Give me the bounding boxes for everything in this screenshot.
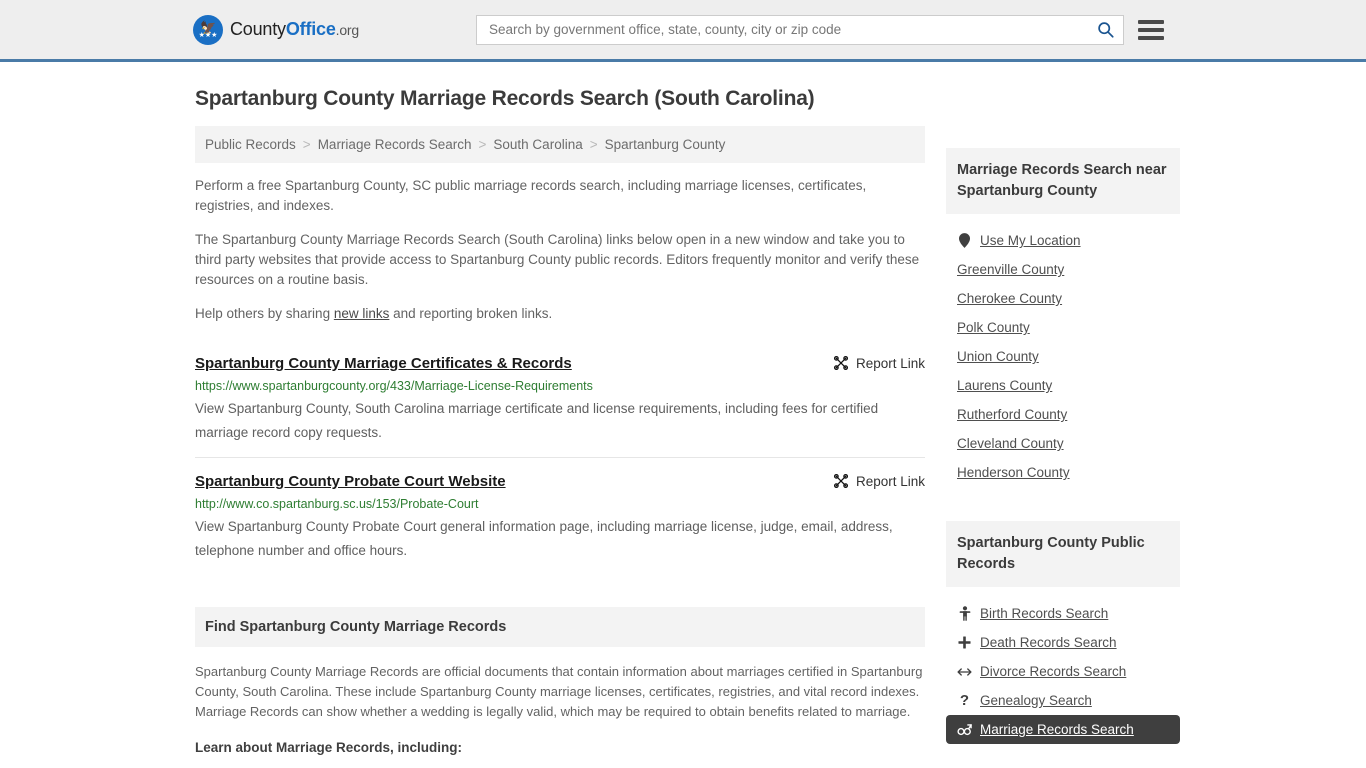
unlink-icon [833,473,849,489]
sidebar: Marriage Records Search near Spartanburg… [946,126,1180,756]
logo-text-org: .org [335,22,360,38]
public-records-card: Spartanburg County Public Records Birth … [946,521,1180,750]
result-description: View Spartanburg County Probate Court ge… [195,519,893,558]
sidebar-item-greenville-county[interactable]: Greenville County [946,255,1180,284]
share-text-before: Help others by sharing [195,306,334,321]
main-column: Public Records > Marriage Records Search… [195,126,925,768]
intro-paragraph-1: Perform a free Spartanburg County, SC pu… [195,178,867,213]
new-links-link[interactable]: new links [334,306,390,321]
eagle-glyph: 🦅 [200,19,216,35]
sidebar-item-label[interactable]: Genealogy Search [980,693,1092,708]
report-link-button[interactable]: Report Link [833,354,925,371]
breadcrumb-separator: > [302,137,311,152]
report-link-button[interactable]: Report Link [833,472,925,489]
sidebar-item-marriage-records-search[interactable]: Marriage Records Search [946,715,1180,744]
unlink-icon [833,355,849,371]
breadcrumb-separator: > [589,137,598,152]
question-mark-icon: ? [959,692,970,709]
learn-about-lead: Learn about Marriage Records, including: [195,740,463,755]
find-section-heading: Find Spartanburg County Marriage Records [195,607,925,647]
header-search-zone [359,14,1176,45]
search-icon[interactable] [1097,21,1115,39]
share-text-after: and reporting broken links. [389,306,553,321]
sidebar-item-label[interactable]: Birth Records Search [980,606,1108,621]
sidebar-item-cleveland-county[interactable]: Cleveland County [946,429,1180,458]
logo-text-office: Office [285,19,336,39]
public-records-heading: Spartanburg County Public Records [946,521,1180,587]
sidebar-item-rutherford-county[interactable]: Rutherford County [946,400,1180,429]
sidebar-item-death-records-search[interactable]: Death Records Search [946,628,1180,657]
result-item: Spartanburg County Marriage Certificates… [195,338,925,457]
sidebar-item-label[interactable]: Henderson County [957,465,1070,480]
logo-text-county: County [230,19,286,39]
sidebar-item-cherokee-county[interactable]: Cherokee County [946,284,1180,313]
eagle-seal-icon: 🦅 ★★★ [193,14,223,45]
stars-glyph: ★★★ [198,31,218,39]
sidebar-item-label[interactable]: Rutherford County [957,407,1067,422]
result-title-link[interactable]: Spartanburg County Marriage Certificates… [195,354,572,374]
report-link-label: Report Link [855,355,925,371]
intro-paragraph-3: Help others by sharing new links and rep… [195,304,925,324]
find-section-body: Spartanburg County Marriage Records are … [195,647,925,768]
result-title-link[interactable]: Spartanburg County Probate Court Website [195,472,506,492]
nearby-counties-heading: Marriage Records Search near Spartanburg… [946,148,1180,214]
sidebar-item-label[interactable]: Use My Location [980,233,1081,248]
nearby-counties-card: Marriage Records Search near Spartanburg… [946,148,1180,493]
result-url: https://www.spartanburgcounty.org/433/Ma… [195,379,593,393]
hamburger-bar [1137,35,1164,40]
hamburger-menu-icon[interactable] [1137,19,1164,40]
page-title: Spartanburg County Marriage Records Sear… [195,87,815,110]
location-pin-icon [957,233,972,248]
public-records-list: Birth Records Search Death Records Searc… [946,587,1180,750]
header-inner: 🦅 ★★★ CountyOffice.org [0,14,1366,45]
sidebar-item-label[interactable]: Union County [957,349,1039,364]
sidebar-item-divorce-records-search[interactable]: Divorce Records Search [946,657,1180,686]
sidebar-item-label[interactable]: Greenville County [957,262,1064,277]
site-header: 🦅 ★★★ CountyOffice.org [0,0,1366,62]
intro-paragraph-2: The Spartanburg County Marriage Records … [195,232,920,287]
sidebar-item-label[interactable]: Cherokee County [957,291,1062,306]
logo-text: CountyOffice.org [230,19,359,40]
cross-icon [957,636,972,649]
search-box[interactable] [475,14,1124,45]
sidebar-item-birth-records-search[interactable]: Birth Records Search [946,599,1180,628]
report-link-label: Report Link [855,473,925,489]
sidebar-item-label[interactable]: Cleveland County [957,436,1064,451]
breadcrumb-separator: > [478,137,487,152]
sidebar-item-label[interactable]: Polk County [957,320,1030,335]
sidebar-item-laurens-county[interactable]: Laurens County [946,371,1180,400]
sidebar-item-polk-county[interactable]: Polk County [946,313,1180,342]
nearby-counties-list: Use My Location Greenville County Cherok… [946,214,1180,493]
breadcrumb: Public Records > Marriage Records Search… [195,126,925,163]
sidebar-item-label[interactable]: Divorce Records Search [980,664,1126,679]
result-item: Spartanburg County Probate Court Website [195,457,925,575]
find-section-paragraph: Spartanburg County Marriage Records are … [195,664,923,719]
breadcrumb-item-south-carolina[interactable]: South Carolina [493,137,582,152]
sidebar-item-label[interactable]: Marriage Records Search [980,722,1134,737]
result-url: http://www.co.spartanburg.sc.us/153/Prob… [195,497,479,511]
page-container: Spartanburg County Marriage Records Sear… [0,86,1366,768]
sidebar-item-label[interactable]: Death Records Search [980,635,1117,650]
site-logo[interactable]: 🦅 ★★★ CountyOffice.org [193,14,359,45]
result-header: Spartanburg County Marriage Certificates… [195,354,925,374]
sidebar-item-use-my-location[interactable]: Use My Location [946,226,1180,255]
left-right-arrow-icon [957,666,972,678]
baby-icon [957,606,972,621]
sidebar-item-union-county[interactable]: Union County [946,342,1180,371]
sidebar-item-label[interactable]: Laurens County [957,378,1052,393]
content-columns: Public Records > Marriage Records Search… [195,126,1180,768]
hamburger-bar [1137,19,1164,24]
search-input[interactable] [486,21,1097,38]
breadcrumb-item-spartanburg-county[interactable]: Spartanburg County [605,137,726,152]
sidebar-item-genealogy-search[interactable]: ? Genealogy Search [946,686,1180,715]
breadcrumb-item-marriage-records-search[interactable]: Marriage Records Search [318,137,472,152]
venus-mars-icon [957,723,972,737]
hamburger-bar [1137,27,1164,32]
result-description: View Spartanburg County, South Carolina … [195,401,879,440]
result-header: Spartanburg County Probate Court Website [195,472,925,492]
breadcrumb-item-public-records[interactable]: Public Records [205,137,296,152]
sidebar-item-henderson-county[interactable]: Henderson County [946,458,1180,487]
